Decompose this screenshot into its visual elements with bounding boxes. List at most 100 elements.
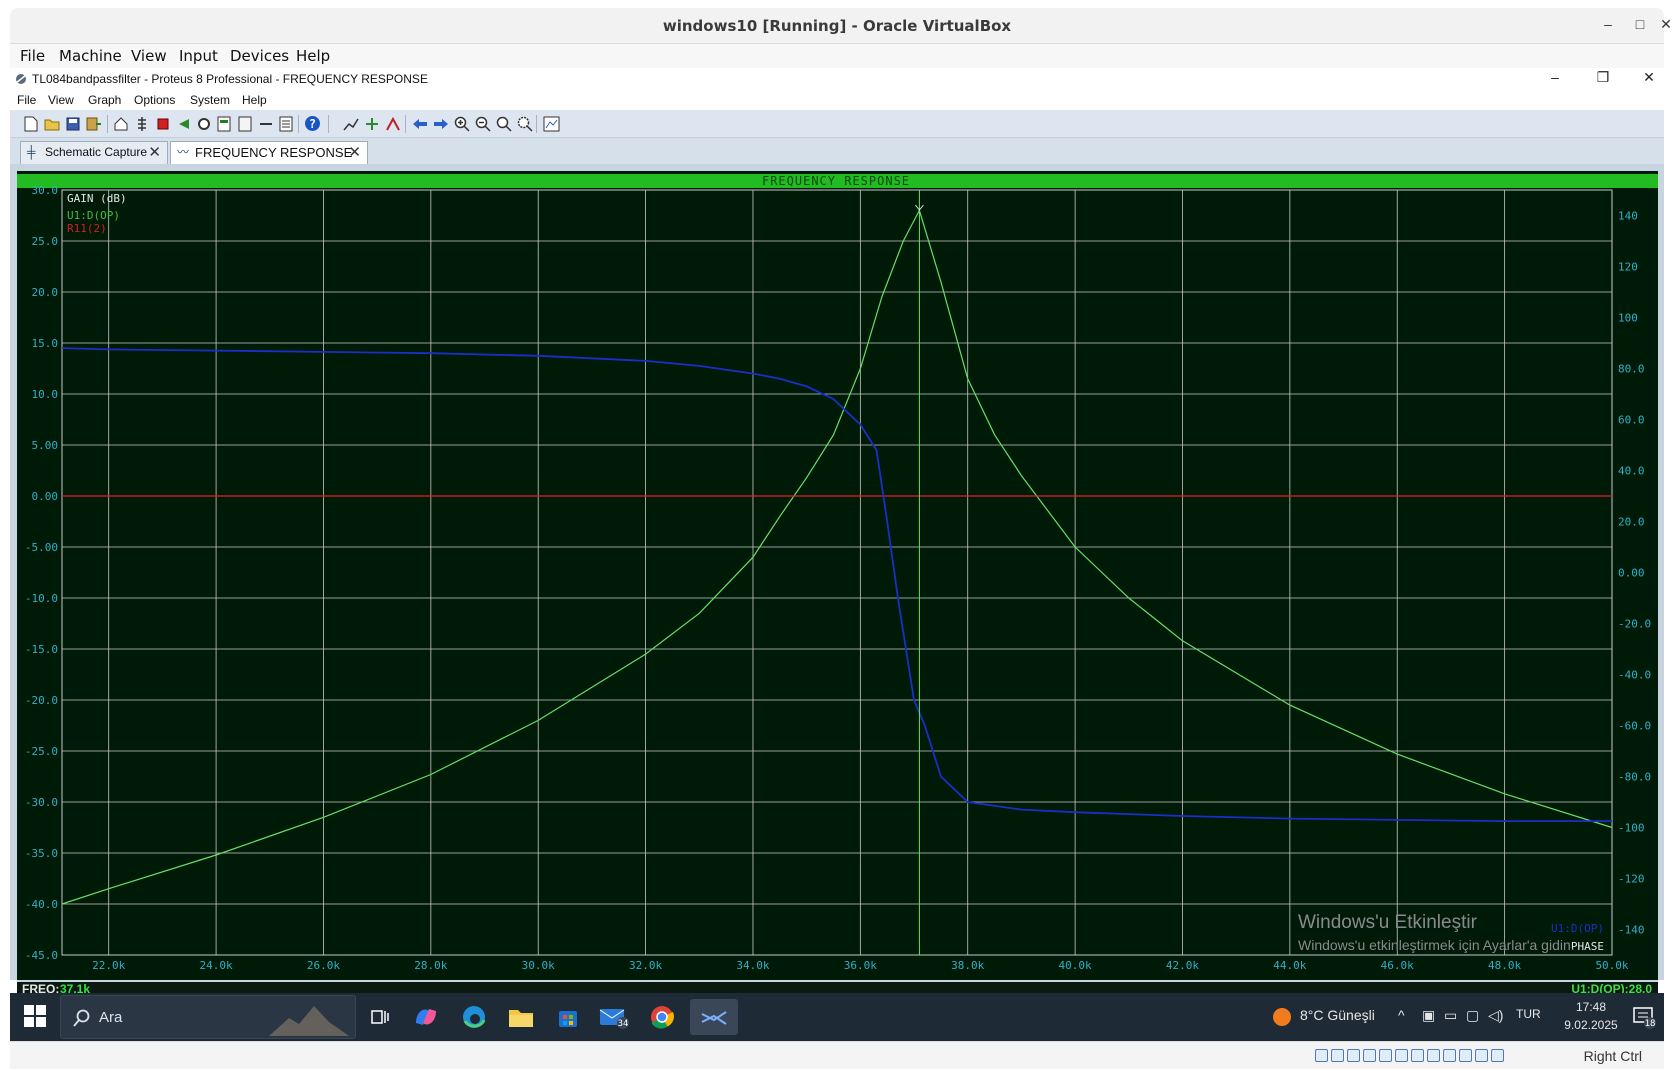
windows-taskbar: Ara 34 8°C Güneşli ^ ▣ ▭ ▢ ◁) TUR 17:48 …: [10, 993, 1664, 1041]
tray-display-icon[interactable]: ▢: [1466, 1007, 1479, 1024]
left-axis-ticks: 30.0 25.0 20.0 15.0 10.0 5.00 0.00 -5.00 -10.0 -1…: [25, 184, 58, 962]
graph-status-border: [17, 980, 1658, 982]
notification-icon[interactable]: 18: [1632, 1005, 1658, 1029]
right-tick-label: -140: [1618, 924, 1645, 937]
weather-sun-icon[interactable]: [1272, 1007, 1292, 1027]
optical-drive-icon[interactable]: [1331, 1049, 1344, 1062]
graph-title: FREQUENCY RESPONSE: [762, 174, 910, 188]
notification-badge-count: 18: [1645, 1019, 1656, 1029]
clock-time: 17:48: [1575, 1000, 1607, 1014]
right-tick-label: 0.00: [1618, 567, 1645, 580]
grid: [61, 189, 1613, 956]
shared-folders-icon[interactable]: [1395, 1049, 1408, 1062]
x-tick-label: 32.0k: [629, 959, 662, 972]
clock-date: 9.02.2025: [1564, 1018, 1618, 1032]
x-tick-label: 46.0k: [1381, 959, 1414, 972]
x-tick-label: 36.0k: [844, 959, 877, 972]
recording-icon[interactable]: [1443, 1049, 1456, 1062]
right-tick-label: 120: [1618, 261, 1638, 274]
right-axis-ticks: 140 120 100 80.0 60.0 40.0 20.0 0.00 -20.0 -40.0 -…: [1618, 210, 1651, 937]
left-tick-label: 15.0: [32, 337, 59, 350]
x-tick-label: 50.0k: [1595, 959, 1628, 972]
x-tick-label: 40.0k: [1059, 959, 1092, 972]
right-tick-label: -40.0: [1618, 669, 1651, 682]
x-tick-label: 24.0k: [200, 959, 233, 972]
left-tick-label: 5.00: [32, 439, 59, 452]
left-tick-label: 30.0: [32, 184, 59, 197]
plot-border: [61, 189, 1613, 956]
vbox-device-icons: [1315, 1049, 1504, 1062]
right-tick-label: 40.0: [1618, 465, 1645, 478]
x-tick-label: 22.0k: [92, 959, 125, 972]
vbox-status-bar: Right Ctrl: [10, 1041, 1664, 1069]
tray-chevron-icon[interactable]: ^: [1398, 1007, 1405, 1023]
left-tick-label: -10.0: [25, 592, 58, 605]
mail-icon[interactable]: 34: [596, 999, 632, 1035]
display-icon[interactable]: [1411, 1049, 1424, 1062]
left-tick-label: -35.0: [25, 847, 58, 860]
clock[interactable]: 17:48 9.02.2025: [1558, 998, 1624, 1034]
series-line-2[interactable]: [61, 347, 1612, 822]
x-tick-label: 34.0k: [736, 959, 769, 972]
weather-text[interactable]: 8°C Güneşli: [1300, 1007, 1375, 1023]
cpu-icon[interactable]: [1459, 1049, 1472, 1062]
tray-network-icon[interactable]: ▭: [1444, 1007, 1457, 1024]
taskbar-search-box[interactable]: Ara: [60, 995, 356, 1039]
copilot-icon[interactable]: [408, 999, 444, 1035]
left-tick-label: -15.0: [25, 643, 58, 656]
usb-icon[interactable]: [1379, 1049, 1392, 1062]
right-trace-label[interactable]: U1:D(OP): [1551, 922, 1604, 935]
volume-icon[interactable]: ◁): [1488, 1007, 1503, 1024]
watermark-subtitle: Windows'u etkinleştirmek için Ayarlar'a …: [1298, 937, 1575, 953]
network-icon[interactable]: [1363, 1049, 1376, 1062]
microsoft-store-icon[interactable]: [550, 999, 586, 1035]
mail-badge-count: 34: [618, 1019, 629, 1029]
proteus-taskbar-icon[interactable]: [690, 999, 738, 1035]
right-tick-label: 60.0: [1618, 414, 1645, 427]
right-tick-label: -60.0: [1618, 720, 1651, 733]
search-icon: [73, 1009, 90, 1027]
edge-browser-icon[interactable]: [456, 999, 492, 1035]
right-tick-label: 140: [1618, 210, 1638, 223]
left-tick-label: -5.00: [25, 541, 58, 554]
windows-start-icon[interactable]: [24, 1005, 46, 1027]
x-tick-label: 30.0k: [522, 959, 555, 972]
x-tick-label: 48.0k: [1488, 959, 1521, 972]
x-tick-label: 26.0k: [307, 959, 340, 972]
x-tick-label: 44.0k: [1273, 959, 1306, 972]
trace-label-u1d-op[interactable]: U1:D(OP): [67, 209, 120, 222]
search-placeholder: Ara: [99, 1009, 123, 1026]
traces: [61, 190, 1613, 955]
right-tick-label: -80.0: [1618, 771, 1651, 784]
virtualbox-window: windows10 [Running] - Oracle VirtualBox …: [0, 0, 1674, 1071]
right-tick-label: 100: [1618, 312, 1638, 325]
right-tick-label: 20.0: [1618, 516, 1645, 529]
left-tick-label: -25.0: [25, 745, 58, 758]
file-explorer-icon[interactable]: [503, 999, 539, 1035]
audio-icon[interactable]: [1347, 1049, 1360, 1062]
language-indicator[interactable]: TUR: [1516, 1007, 1541, 1021]
x-tick-label: 42.0k: [1166, 959, 1199, 972]
x-tick-label: 38.0k: [951, 959, 984, 972]
right-tick-label: -100: [1618, 822, 1645, 835]
mouse-integration-icon[interactable]: [1475, 1049, 1488, 1062]
trace-label-r11-2[interactable]: R11(2): [67, 222, 107, 235]
hard-disk-icon[interactable]: [1315, 1049, 1328, 1062]
left-tick-label: 25.0: [32, 235, 59, 248]
right-tick-label: 80.0: [1618, 363, 1645, 376]
task-view-icon[interactable]: [362, 999, 398, 1035]
series-line-0[interactable]: [61, 208, 1613, 905]
watermark-title: Windows'u Etkinleştir: [1298, 912, 1478, 933]
left-tick-label: -20.0: [25, 694, 58, 707]
keyboard-icon[interactable]: [1491, 1049, 1504, 1062]
left-tick-label: 0.00: [32, 490, 59, 503]
x-tick-label: 28.0k: [414, 959, 447, 972]
video-capture-icon[interactable]: [1427, 1049, 1440, 1062]
chrome-icon[interactable]: [644, 999, 680, 1035]
left-tick-label: 20.0: [32, 286, 59, 299]
tray-device-icon[interactable]: ▣: [1422, 1007, 1435, 1024]
x-axis-ticks: 22.0k 24.0k 26.0k 28.0k 30.0k 32.0k 34.0k 36.0k…: [92, 959, 1629, 972]
right-axis-label: PHASE: [1571, 940, 1604, 953]
right-tick-label: -120: [1618, 873, 1645, 886]
frequency-response-graph[interactable]: FREQUENCY RESPONSE 30.0 25.0 20.0 15.0 10.0 5…: [0, 0, 1674, 1071]
